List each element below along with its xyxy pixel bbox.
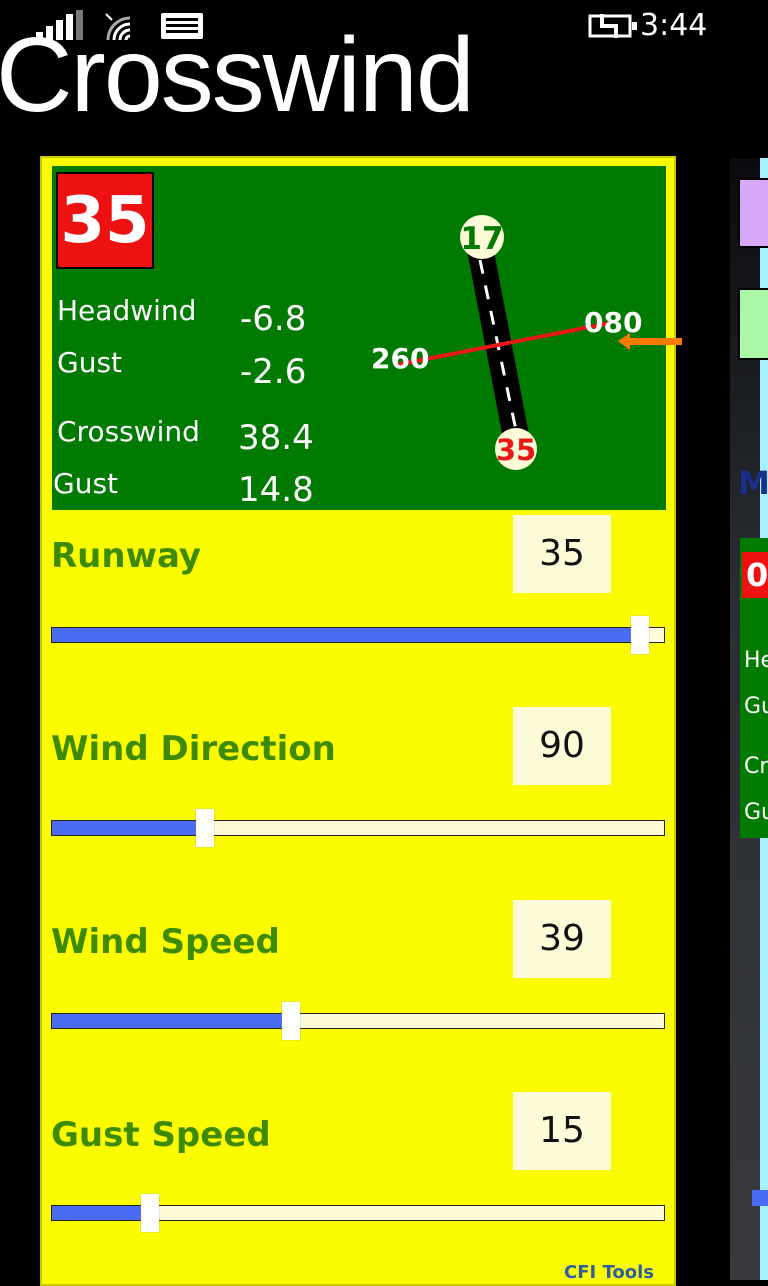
peek-swatch-green [738,288,768,360]
headwind-gust-label: Gust [57,346,123,379]
runway-top-label: 17 [460,221,503,257]
wind-direction-value[interactable]: 90 [513,707,611,785]
slider-thumb[interactable] [281,1002,300,1040]
crosswind-label: Crosswind [57,415,200,448]
crosswind-gust-value: 14.8 [238,470,314,510]
gust-speed-slider[interactable] [51,1194,665,1232]
peek-row: He [744,648,768,673]
slider-thumb[interactable] [196,809,214,847]
headwind-label: Headwind [57,294,197,327]
slider-thumb[interactable] [140,1194,159,1232]
headwind-value: -6.8 [240,299,307,339]
slider-thumb[interactable] [630,616,649,654]
peek-swatch-purple [738,178,768,248]
peek-badge: 0 [742,552,768,598]
clock-time: 3:44 [640,8,708,43]
wind-speed-label: Wind Speed [51,922,280,962]
slider-fill [52,821,205,835]
runway-badge: 35 [56,172,154,269]
gust-speed-label: Gust Speed [51,1115,271,1155]
crosswind-value: 38.4 [238,418,314,458]
wind-speed-slider[interactable] [51,1002,665,1040]
wind-direction-slider[interactable] [51,809,665,847]
peek-slider-fill [752,1190,768,1206]
next-panel-peek[interactable]: M 0 He Gu Cr Gu [730,158,768,1280]
headwind-gust-value: -2.6 [240,352,307,392]
runway-wind-diagram: 17 35 080 260 [371,215,682,470]
gust-speed-value[interactable]: 15 [513,1092,611,1170]
peek-row: Gu [744,800,768,825]
runway-bottom-label: 35 [496,433,536,467]
battery-charging-icon [588,14,637,38]
crosswind-gust-label: Gust [53,467,119,500]
peek-row: Gu [744,694,768,719]
wind-from-label: 080 [584,306,642,339]
slider-fill [52,1206,150,1220]
runway-label: Runway [51,536,202,576]
slider-fill [52,628,640,642]
peek-row: Cr [744,754,768,779]
runway-value[interactable]: 35 [513,515,611,593]
wind-to-label: 260 [371,342,429,375]
slider-fill [52,1014,291,1028]
wind-direction-label: Wind Direction [51,729,336,769]
peek-title: M [738,464,768,502]
runway-slider[interactable] [51,616,665,654]
wind-speed-value[interactable]: 39 [513,900,611,978]
app-title: Crosswind [0,16,475,134]
